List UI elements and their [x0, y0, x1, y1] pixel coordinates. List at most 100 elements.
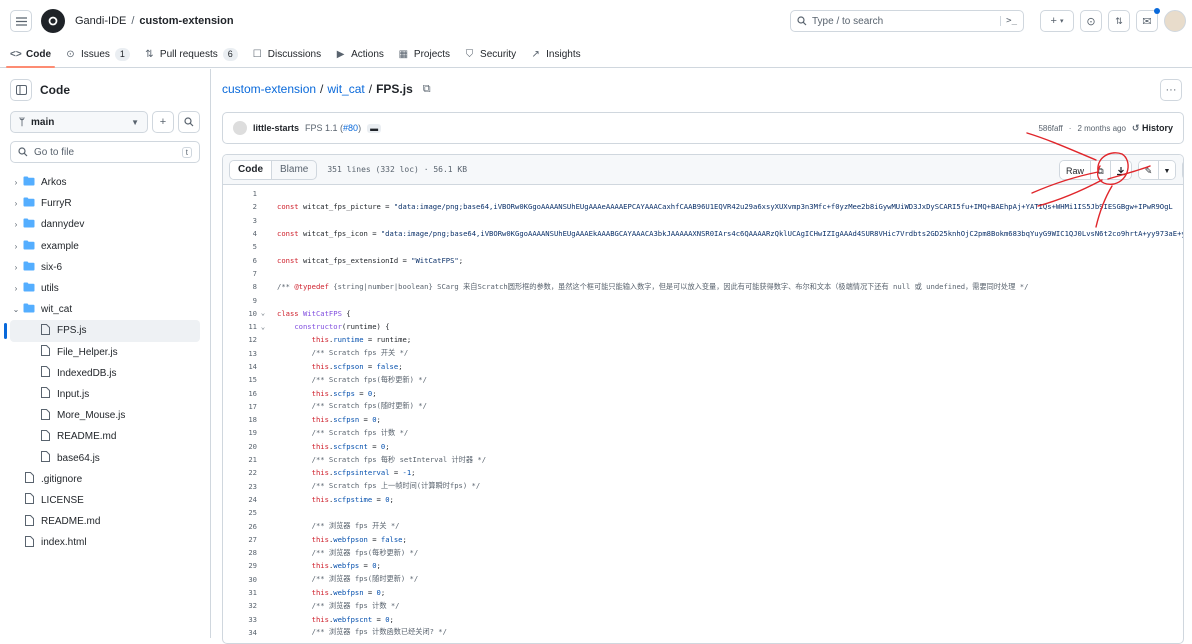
pull-requests-nav-button[interactable]: ⇅ — [1108, 10, 1130, 32]
tree-file[interactable]: More_Mouse.js — [10, 405, 200, 426]
line-number[interactable]: 8 — [223, 282, 257, 291]
expand-commit-icon[interactable]: ▬ — [367, 123, 382, 133]
tree-file[interactable]: README.md — [10, 511, 200, 532]
tree-file[interactable]: base64.js — [10, 447, 200, 468]
line-number[interactable]: 18 — [223, 415, 257, 424]
tree-file[interactable]: Input.js — [10, 384, 200, 405]
line-number[interactable]: 23 — [223, 482, 257, 491]
line-number[interactable]: 25 — [223, 508, 257, 517]
blame-view-button[interactable]: Blame — [272, 161, 316, 179]
commit-sha[interactable]: 586faff — [1038, 124, 1062, 133]
issues-nav-button[interactable]: ⊙ — [1080, 10, 1102, 32]
github-logo-icon[interactable] — [41, 9, 65, 33]
copy-path-icon[interactable]: ⧉ — [423, 83, 431, 96]
commit-author[interactable]: little-starts — [253, 123, 299, 133]
create-new-button[interactable]: + ▾ — [1040, 10, 1074, 32]
go-to-file-input[interactable]: Go to file t — [10, 141, 200, 163]
line-number[interactable]: 19 — [223, 428, 257, 437]
line-number[interactable]: 11 — [223, 322, 257, 331]
edit-options-button[interactable]: ▼ — [1159, 161, 1176, 179]
raw-button[interactable]: Raw — [1060, 161, 1092, 179]
tree-file[interactable]: LICENSE — [10, 490, 200, 511]
line-number[interactable]: 12 — [223, 335, 257, 344]
tree-file[interactable]: README.md — [10, 426, 200, 447]
line-number[interactable]: 21 — [223, 455, 257, 464]
search-input[interactable]: Type / to search >_ — [790, 10, 1024, 32]
tab-projects[interactable]: ▦ Projects — [398, 42, 450, 67]
tree-folder[interactable]: › FurryR — [10, 193, 200, 214]
line-number[interactable]: 13 — [223, 349, 257, 358]
search-code-button[interactable] — [178, 111, 200, 133]
code-view[interactable]: 1 2 const witcat_fps_picture = "data:image… — [223, 185, 1183, 639]
collapse-sidebar-icon[interactable] — [10, 79, 32, 101]
user-avatar[interactable] — [1164, 10, 1186, 32]
tree-file[interactable]: .gitignore — [10, 469, 200, 490]
tree-file[interactable]: IndexedDB.js — [10, 363, 200, 384]
symbols-panel-button[interactable]: ⊡ — [1182, 160, 1183, 180]
line-number[interactable]: 3 — [223, 216, 257, 225]
owner-link[interactable]: Gandi-IDE — [75, 15, 126, 27]
line-number[interactable]: 34 — [223, 628, 257, 637]
more-options-button[interactable]: ··· — [1160, 79, 1182, 101]
fold-chevron-icon[interactable]: ⌄ — [257, 309, 269, 317]
commit-message[interactable]: FPS 1.1 (#80) — [305, 123, 361, 133]
line-number[interactable]: 33 — [223, 615, 257, 624]
line-number[interactable]: 22 — [223, 468, 257, 477]
line-number[interactable]: 9 — [223, 296, 257, 305]
line-number[interactable]: 2 — [223, 202, 257, 211]
tab-security[interactable]: ⛉ Security — [464, 42, 516, 67]
tree-folder[interactable]: › example — [10, 236, 200, 257]
line-number[interactable]: 26 — [223, 522, 257, 531]
commit-pr-link[interactable]: #80 — [343, 123, 358, 133]
copy-raw-button[interactable]: ⧉ — [1091, 161, 1112, 179]
tree-folder[interactable]: › dannydev — [10, 214, 200, 235]
line-number[interactable]: 14 — [223, 362, 257, 371]
inbox-button[interactable]: ✉ — [1136, 8, 1160, 32]
tab-discussions[interactable]: ☐ Discussions — [252, 42, 321, 67]
line-number[interactable]: 17 — [223, 402, 257, 411]
tab-pull-requests[interactable]: ⇅ Pull requests 6 — [144, 42, 238, 67]
line-number[interactable]: 7 — [223, 269, 257, 278]
history-button[interactable]: ↺ History — [1132, 123, 1173, 134]
tab-issues[interactable]: ⊙ Issues 1 — [65, 42, 130, 67]
path-repo-link[interactable]: custom-extension — [222, 82, 316, 96]
tree-folder[interactable]: › six-6 — [10, 257, 200, 278]
line-number[interactable]: 20 — [223, 442, 257, 451]
line-number[interactable]: 29 — [223, 561, 257, 570]
commit-author-avatar[interactable] — [233, 121, 247, 135]
menu-icon[interactable] — [10, 10, 32, 32]
line-number[interactable]: 4 — [223, 229, 257, 238]
tab-code[interactable]: <> Code — [6, 42, 55, 68]
line-number[interactable]: 10 — [223, 309, 257, 318]
tab-insights[interactable]: ↗ Insights — [530, 42, 580, 67]
edit-file-button[interactable]: ✎ — [1139, 161, 1160, 179]
tree-file[interactable]: index.html — [10, 532, 200, 553]
fold-chevron-icon[interactable]: ⌄ — [257, 323, 269, 331]
line-number[interactable]: 28 — [223, 548, 257, 557]
branch-selector[interactable]: ᛘ main ▼ — [10, 111, 148, 133]
line-number[interactable]: 30 — [223, 575, 257, 584]
line-number[interactable]: 24 — [223, 495, 257, 504]
tree-item-label: base64.js — [57, 452, 100, 464]
line-number[interactable]: 27 — [223, 535, 257, 544]
add-file-button[interactable]: + — [152, 111, 174, 133]
line-number[interactable]: 5 — [223, 242, 257, 251]
repo-link[interactable]: custom-extension — [139, 15, 233, 27]
download-raw-button[interactable] — [1111, 161, 1132, 179]
line-number[interactable]: 1 — [223, 189, 257, 198]
tree-folder[interactable]: › Arkos — [10, 172, 200, 193]
tree-folder[interactable]: › utils — [10, 278, 200, 299]
tree-folder[interactable]: ⌄ wit_cat — [10, 299, 200, 320]
tree-file[interactable]: FPS.js — [4, 320, 200, 342]
path-dir-link[interactable]: wit_cat — [327, 82, 364, 96]
command-palette-icon[interactable]: >_ — [1000, 16, 1017, 26]
line-number[interactable]: 15 — [223, 375, 257, 384]
line-number[interactable]: 31 — [223, 588, 257, 597]
commit-message-text: FPS 1.1 ( — [305, 123, 344, 133]
line-number[interactable]: 32 — [223, 601, 257, 610]
code-view-button[interactable]: Code — [230, 160, 272, 179]
tab-actions[interactable]: ▶ Actions — [335, 42, 384, 67]
line-number[interactable]: 16 — [223, 389, 257, 398]
tree-file[interactable]: File_Helper.js — [10, 342, 200, 363]
line-number[interactable]: 6 — [223, 256, 257, 265]
